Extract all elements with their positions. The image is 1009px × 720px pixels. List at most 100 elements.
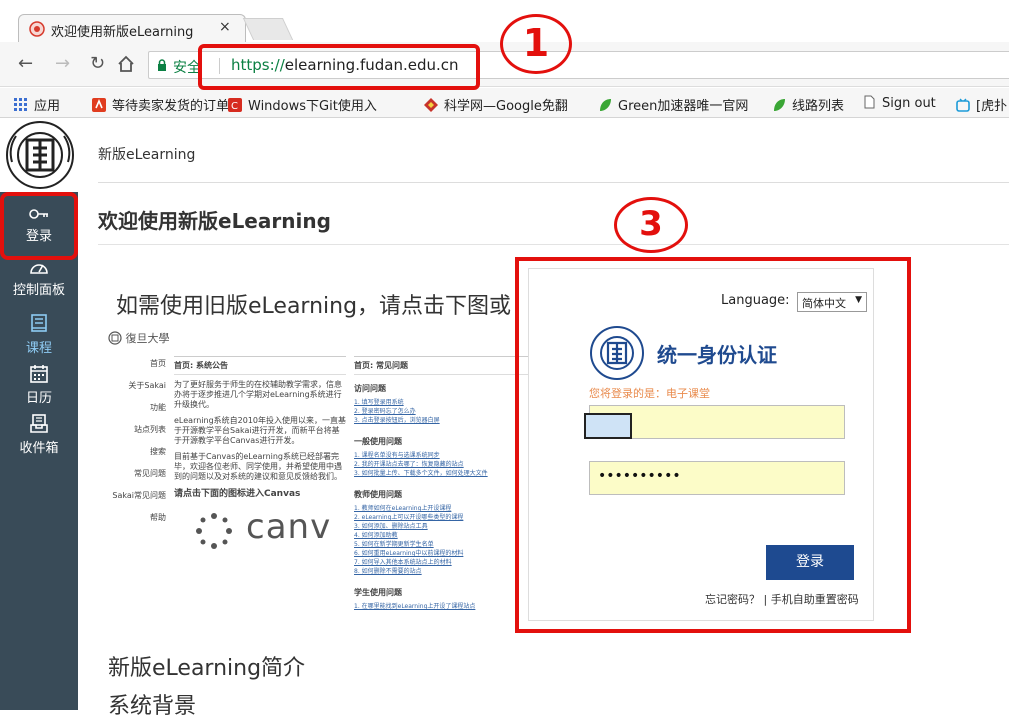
old-canvas-hint: 请点击下面的图标进入Canvas bbox=[174, 489, 301, 499]
faq-section-title: 教师使用问题 bbox=[354, 490, 402, 499]
sidebar-label: 收件箱 bbox=[19, 441, 59, 456]
faq-section-title: 学生使用问题 bbox=[354, 588, 402, 597]
old-portal-logo: 復旦大學 bbox=[108, 330, 170, 346]
sidebar-label: 日历 bbox=[25, 391, 52, 406]
canvas-logo: canv bbox=[194, 507, 354, 557]
leaf-icon bbox=[774, 99, 785, 111]
back-icon[interactable]: ← bbox=[18, 55, 33, 73]
canvas-logo-icon bbox=[196, 513, 232, 549]
sidebar-item-calendar[interactable]: 日历 bbox=[0, 364, 78, 406]
bookmark-label: [虎扑 bbox=[976, 99, 1008, 114]
faq-link: 1. 课程名单没有与选课系统同步 bbox=[354, 452, 440, 459]
old-menu-item: 首页 bbox=[150, 359, 166, 368]
bookmark-apps[interactable]: 应用 bbox=[14, 95, 60, 114]
bookmark-label: 等待卖家发货的订单 bbox=[112, 99, 230, 114]
bookmark-label: 科学网—Google免翻 bbox=[444, 99, 568, 114]
secure-label: 安全 bbox=[173, 60, 201, 76]
faq-section-title: 访问问题 bbox=[354, 384, 386, 393]
old-notice-panel: 首页: 系统公告 为了更好服务于师生的在校辅助教学需求，信息办将于逐步推进几个学… bbox=[174, 356, 346, 606]
sidebar-item-dashboard[interactable]: 控制面板 bbox=[0, 258, 78, 298]
faq-link: 5. 如何在新学期更新学生名单 bbox=[354, 541, 434, 548]
book-icon bbox=[31, 314, 47, 332]
faq-link: 4. 如何添加助教 bbox=[354, 532, 398, 539]
sidebar-label: 课程 bbox=[25, 341, 52, 356]
old-menu-item: 常见问题 bbox=[134, 469, 166, 478]
old-menu-item: 关于Sakai bbox=[128, 381, 166, 390]
apps-grid-icon bbox=[14, 98, 27, 111]
bookmark-orders[interactable]: 等待卖家发货的订单 bbox=[92, 95, 229, 114]
annotation-step-1: 1 bbox=[500, 14, 572, 74]
bookmark-lines[interactable]: 线路列表 bbox=[772, 95, 844, 114]
bookmark-green[interactable]: Green加速器唯一官网 bbox=[598, 95, 748, 114]
bookmark-sign-out[interactable]: Sign out bbox=[862, 95, 936, 111]
breadcrumb[interactable]: 新版eLearning bbox=[98, 144, 195, 164]
title-divider bbox=[98, 244, 1009, 245]
faq-section-title: 一般使用问题 bbox=[354, 437, 402, 446]
old-menu-item: Sakai常见问题 bbox=[112, 491, 166, 500]
fudan-seal-small-icon bbox=[108, 331, 122, 345]
old-version-hint: 如需使用旧版eLearning，请点击下图或 bbox=[116, 294, 512, 319]
leaf-icon bbox=[600, 99, 611, 111]
page-icon bbox=[864, 95, 875, 109]
reload-icon[interactable]: ↻ bbox=[90, 55, 105, 73]
diamond-icon bbox=[424, 98, 438, 112]
faq-link: 1. 教师如何在eLearning上开设课程 bbox=[354, 505, 452, 512]
faq-link: 8. 如何删除不需要的站点 bbox=[354, 568, 422, 575]
svg-text:C: C bbox=[231, 101, 238, 112]
bookmark-label: 线路列表 bbox=[792, 99, 845, 114]
old-notice-text: eLearning系统自2010年投入使用以来，一直基于开源教学平台Sakai进… bbox=[174, 416, 347, 445]
dashboard-icon bbox=[30, 264, 48, 274]
fudan-seal-icon bbox=[6, 121, 74, 189]
old-notice-text: 为了更好服务于师生的在校辅助教学需求，信息办将于逐步推进几个学期对eLearni… bbox=[174, 380, 342, 409]
inbox-icon bbox=[30, 414, 48, 433]
bookmark-label: 应用 bbox=[34, 99, 61, 114]
old-menu-item: 功能 bbox=[150, 403, 166, 412]
bookmark-google[interactable]: 科学网—Google免翻 bbox=[424, 95, 568, 114]
background-heading: 系统背景 bbox=[108, 694, 197, 719]
canvas-wordmark: canv bbox=[246, 507, 332, 547]
bookmark-hupu[interactable]: [虎扑 bbox=[956, 95, 1007, 114]
faq-link: 3. 如何添加、删除站点工具 bbox=[354, 523, 428, 530]
bookmark-label: Windows下Git使用入 bbox=[248, 99, 377, 114]
faq-link: 3. 如何批量上传、下载多个文件，如何处理大文件 bbox=[354, 470, 488, 477]
faq-link: 2. 我的开课站点去哪了：恢复隐藏的站点 bbox=[354, 461, 464, 468]
faq-link: 2. 登录密码忘了怎么办 bbox=[354, 408, 416, 415]
faq-link: 2. eLearning上可以开设哪些类型的课程 bbox=[354, 514, 464, 521]
bookmark-label: Green加速器唯一官网 bbox=[618, 99, 749, 114]
browser-tab[interactable]: 欢迎使用新版eLearning × bbox=[18, 14, 246, 42]
tab-title: 欢迎使用新版eLearning bbox=[51, 25, 194, 40]
old-portal-menu: 首页 关于Sakai 功能 站点列表 搜索 常见问题 Sakai常见问题 帮助 bbox=[108, 358, 170, 534]
annotation-url-highlight bbox=[198, 44, 480, 90]
annotation-login-dialog-highlight bbox=[515, 257, 911, 633]
bookmarks-bar: 应用 等待卖家发货的订单 C Windows下Git使用入 科学网—Google免… bbox=[0, 88, 1009, 118]
home-icon[interactable] bbox=[117, 55, 135, 73]
intro-heading: 新版eLearning简介 bbox=[108, 656, 306, 681]
faq-link: 7. 如何导入其他本系统站点上的材料 bbox=[354, 559, 452, 566]
taobao-icon bbox=[92, 98, 106, 112]
sidebar-item-courses[interactable]: 课程 bbox=[0, 314, 78, 356]
fudan-favicon-icon bbox=[29, 21, 45, 37]
old-notice-title: 首页: 系统公告 bbox=[174, 357, 346, 375]
calendar-icon bbox=[30, 365, 48, 383]
sidebar-item-inbox[interactable]: 收件箱 bbox=[0, 414, 78, 456]
old-faq-title: 首页: 常见问题 bbox=[354, 357, 528, 375]
faq-link: 1. 填写登录用系统 bbox=[354, 399, 404, 406]
lock-icon bbox=[158, 59, 166, 71]
faq-link: 6. 如何重用eLearning中以前课程的材料 bbox=[354, 550, 464, 557]
tab-close-icon[interactable]: × bbox=[219, 19, 231, 35]
sidebar-label: 控制面板 bbox=[12, 283, 65, 298]
bookmark-git[interactable]: C Windows下Git使用入 bbox=[228, 95, 377, 114]
csdn-icon: C bbox=[228, 98, 242, 112]
annotation-login-highlight bbox=[0, 192, 78, 260]
old-elearning-link-image[interactable]: 復旦大學 首页 关于Sakai 功能 站点列表 搜索 常见问题 Sakai常见问… bbox=[108, 330, 528, 612]
breadcrumb-divider bbox=[98, 182, 1009, 183]
old-menu-item: 帮助 bbox=[150, 513, 166, 522]
old-portal-logo-text: 復旦大學 bbox=[125, 332, 170, 345]
bookmark-label: Sign out bbox=[882, 96, 936, 111]
forward-icon[interactable]: → bbox=[55, 55, 70, 73]
old-menu-item: 搜索 bbox=[150, 447, 166, 456]
old-notice-text: 目前基于Canvas的eLearning系统已经部署完毕，欢迎各位老师、同学使用… bbox=[174, 452, 342, 481]
fudan-logo[interactable] bbox=[0, 118, 78, 192]
new-tab-button[interactable] bbox=[242, 18, 294, 40]
bilibili-tv-icon bbox=[956, 98, 970, 112]
